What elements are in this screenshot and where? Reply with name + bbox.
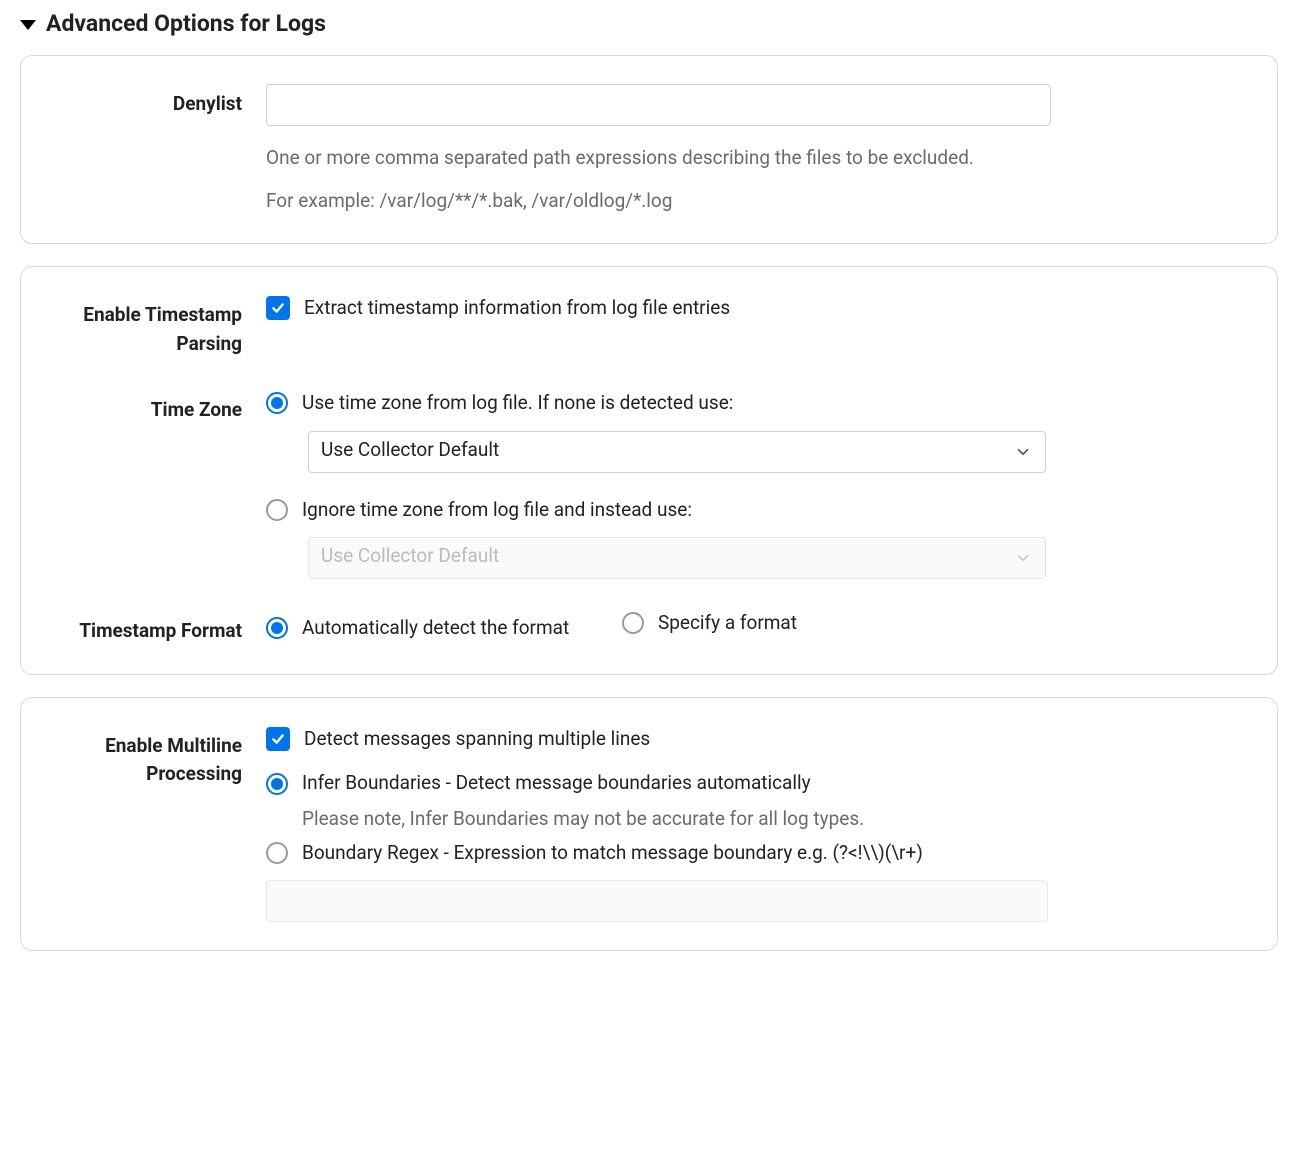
boundary-regex-input <box>266 880 1048 922</box>
tz-usefile-text: Use time zone from log file. If none is … <box>302 390 733 417</box>
panel-multiline: Enable Multiline Processing Detect messa… <box>20 697 1278 952</box>
format-specify-text: Specify a format <box>658 611 797 634</box>
enable-timestamp-label: Enable Timestamp Parsing <box>51 295 266 358</box>
infer-boundaries-text: Infer Boundaries - Detect message bounda… <box>302 770 811 797</box>
section-title: Advanced Options for Logs <box>46 10 326 37</box>
timestamp-format-label: Timestamp Format <box>51 611 266 646</box>
infer-boundaries-note: Please note, Infer Boundaries may not be… <box>302 807 1247 830</box>
section-header[interactable]: Advanced Options for Logs <box>20 10 1278 37</box>
detect-multiline-text: Detect messages spanning multiple lines <box>304 726 650 753</box>
enable-timestamp-text: Extract timestamp information from log f… <box>304 295 730 322</box>
denylist-help-1: One or more comma separated path express… <box>266 144 1046 173</box>
boundary-regex-text: Boundary Regex - Expression to match mes… <box>302 840 923 867</box>
tz-ignore-text: Ignore time zone from log file and inste… <box>302 497 692 524</box>
tz-ignore-select-value: Use Collector Default <box>321 544 499 567</box>
check-icon <box>270 300 286 316</box>
enable-multiline-checkbox[interactable] <box>266 727 290 751</box>
tz-ignore-select: Use Collector Default <box>308 537 1046 579</box>
format-auto-radio[interactable] <box>266 617 288 639</box>
boundary-regex-radio[interactable] <box>266 842 288 864</box>
timezone-label: Time Zone <box>51 390 266 425</box>
enable-multiline-label: Enable Multiline Processing <box>51 726 266 789</box>
caret-down-icon <box>20 20 36 30</box>
denylist-label: Denylist <box>51 84 266 119</box>
panel-timestamp: Enable Timestamp Parsing Extract timesta… <box>20 266 1278 675</box>
infer-boundaries-radio[interactable] <box>266 773 288 795</box>
denylist-help-2: For example: /var/log/**/*.bak, /var/old… <box>266 187 1046 216</box>
format-specify-radio[interactable] <box>622 612 644 634</box>
format-auto-text: Automatically detect the format <box>302 616 569 639</box>
tz-ignore-radio[interactable] <box>266 499 288 521</box>
check-icon <box>270 731 286 747</box>
denylist-input[interactable] <box>266 84 1051 126</box>
enable-timestamp-checkbox[interactable] <box>266 296 290 320</box>
panel-denylist: Denylist One or more comma separated pat… <box>20 55 1278 244</box>
tz-usefile-radio[interactable] <box>266 392 288 414</box>
tz-usefile-select-value: Use Collector Default <box>321 438 499 461</box>
tz-usefile-select[interactable]: Use Collector Default <box>308 431 1046 473</box>
